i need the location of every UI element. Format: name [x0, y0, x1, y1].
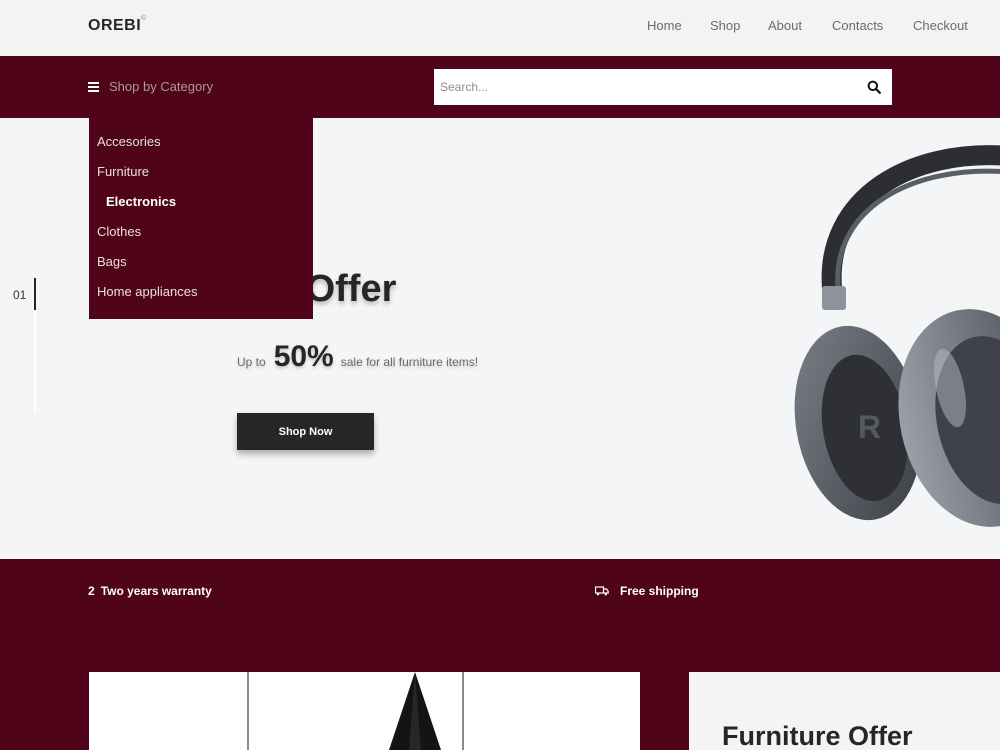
brand-logo[interactable]: OREBI© — [88, 15, 147, 35]
shop-by-category-toggle[interactable]: Shop by Category — [88, 79, 213, 94]
hero-subtitle: Up to 50% sale for all furniture items! — [237, 340, 478, 374]
truck-icon — [595, 586, 609, 596]
top-navbar: OREBI© Home Shop About Contacts Checkout — [0, 0, 1000, 56]
category-item-accesories[interactable]: Accesories — [97, 134, 161, 149]
panel-divider — [247, 672, 249, 750]
nav-home[interactable]: Home — [647, 18, 682, 33]
search-input[interactable] — [434, 69, 854, 105]
hero-sub-prefix: Up to — [237, 355, 266, 369]
warranty-label: Two years warranty — [100, 584, 212, 598]
brand-name: OREBI — [88, 17, 142, 34]
hero-percent: 50% — [273, 340, 334, 373]
category-dropdown: Accesories Furniture Electronics Clothes… — [89, 118, 313, 319]
panel-divider — [462, 672, 464, 750]
nav-shop[interactable]: Shop — [710, 18, 740, 33]
category-bar: Shop by Category — [0, 56, 1000, 118]
shop-now-button[interactable]: Shop Now — [237, 413, 374, 450]
hero-sub-suffix: sale for all furniture items! — [340, 355, 479, 369]
search-icon[interactable] — [867, 80, 881, 94]
category-item-home-appliances[interactable]: Home appliances — [97, 284, 197, 299]
lamp-image — [389, 672, 441, 750]
category-item-furniture[interactable]: Furniture — [97, 164, 149, 179]
shop-by-category-label: Shop by Category — [109, 79, 214, 94]
category-item-electronics[interactable]: Electronics — [106, 194, 176, 209]
svg-text:R: R — [858, 409, 881, 445]
search-box — [434, 69, 892, 105]
feature-shipping: Free shipping — [595, 584, 699, 598]
nav-about[interactable]: About — [768, 18, 802, 33]
promo-title: Furniture Offer — [722, 721, 913, 750]
slide-indicator-active — [34, 278, 36, 310]
slide-number[interactable]: 01 — [13, 288, 26, 302]
promo-card-furniture[interactable]: Furniture Offer — [689, 672, 1000, 750]
nav-contacts[interactable]: Contacts — [832, 18, 883, 33]
brand-mark: © — [141, 15, 147, 22]
headphones-image: R — [794, 145, 1000, 527]
slide-indicator-track — [34, 310, 36, 412]
promo-card-left[interactable] — [89, 672, 640, 750]
nav-checkout[interactable]: Checkout — [913, 18, 968, 33]
hamburger-icon — [88, 81, 100, 92]
shipping-label: Free shipping — [620, 584, 699, 598]
feature-warranty: 2 Two years warranty — [88, 584, 212, 598]
category-item-clothes[interactable]: Clothes — [97, 224, 141, 239]
category-item-bags[interactable]: Bags — [97, 254, 127, 269]
warranty-badge: 2 — [88, 584, 95, 598]
